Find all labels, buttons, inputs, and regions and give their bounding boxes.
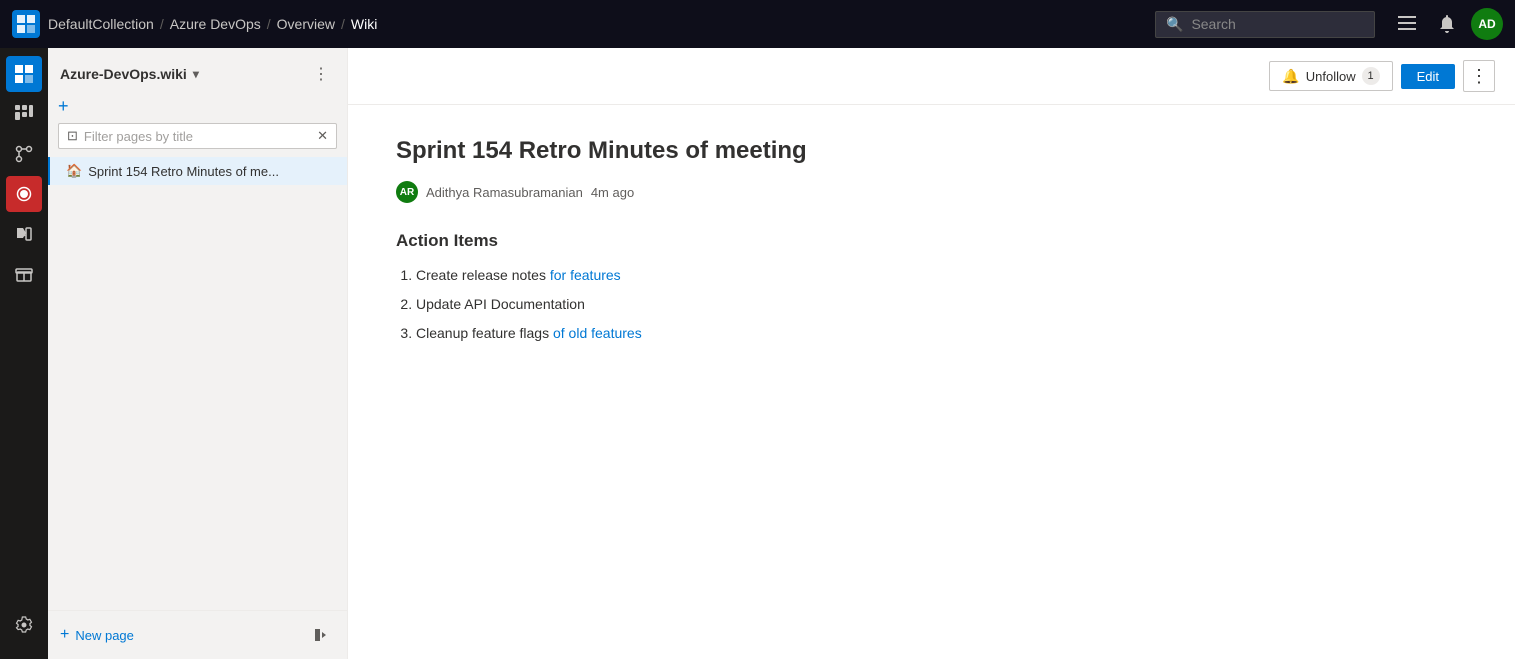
more-options-button[interactable]: ⋮ <box>1463 60 1495 92</box>
wiki-title-row[interactable]: Azure-DevOps.wiki ▾ <box>60 66 199 82</box>
time-ago: 4m ago <box>591 185 634 200</box>
list-item: Create release notes for features <box>416 265 1467 286</box>
page-sidebar-footer: + New page <box>48 610 347 659</box>
item-1-text: Create release notes for features <box>416 267 621 283</box>
sidebar-item-pipelines[interactable] <box>6 176 42 212</box>
content-area: 🔔 Unfollow 1 Edit ⋮ Sprint 154 Retro Min… <box>348 48 1515 659</box>
page-tree-item[interactable]: 🏠 Sprint 154 Retro Minutes of me... <box>48 157 347 185</box>
new-page-plus-icon: + <box>60 626 69 644</box>
list-item: Update API Documentation <box>416 294 1467 315</box>
breadcrumb-sep-1: / <box>160 16 164 32</box>
content-toolbar: 🔔 Unfollow 1 Edit ⋮ <box>348 48 1515 105</box>
item-2-text: Update API Documentation <box>416 296 585 312</box>
breadcrumb-wiki[interactable]: Wiki <box>351 16 377 32</box>
section-title: Action Items <box>396 231 1467 251</box>
page-sidebar: Azure-DevOps.wiki ▾ ⋮ + ⊡ ✕ 🏠 Sprint 154… <box>48 48 348 659</box>
sidebar-more-menu-button[interactable]: ⋮ <box>307 60 335 88</box>
list-item: Cleanup feature flags of old features <box>416 323 1467 344</box>
main-layout: Azure-DevOps.wiki ▾ ⋮ + ⊡ ✕ 🏠 Sprint 154… <box>0 48 1515 659</box>
author-name: Adithya Ramasubramanian <box>426 185 583 200</box>
breadcrumb-sep-2: / <box>267 16 271 32</box>
sidebar-item-boards[interactable] <box>6 96 42 132</box>
item-3-text: Cleanup feature flags of old features <box>416 325 642 341</box>
filter-clear-icon[interactable]: ✕ <box>317 128 328 144</box>
chevron-down-icon: ▾ <box>193 67 199 81</box>
unfollow-button[interactable]: 🔔 Unfollow 1 <box>1269 61 1392 91</box>
wiki-title: Azure-DevOps.wiki <box>60 66 187 82</box>
new-page-button[interactable]: + New page <box>60 626 134 644</box>
filter-input[interactable] <box>84 129 311 144</box>
author-avatar: AR <box>396 181 418 203</box>
collapse-sidebar-button[interactable] <box>307 621 335 649</box>
sidebar-item-testplans[interactable] <box>6 216 42 252</box>
sidebar-item-artifacts[interactable] <box>6 256 42 292</box>
plus-icon: + <box>58 96 69 117</box>
follower-badge: 1 <box>1362 67 1380 85</box>
search-input[interactable] <box>1191 16 1351 32</box>
sidebar-item-repos[interactable] <box>6 136 42 172</box>
add-page-icon-button[interactable]: + <box>58 96 69 117</box>
item-3-link[interactable]: of old features <box>553 325 642 341</box>
wiki-content: Sprint 154 Retro Minutes of meeting AR A… <box>348 105 1515 659</box>
breadcrumb-defaultcollection[interactable]: DefaultCollection <box>48 16 154 32</box>
breadcrumb-azuredevops[interactable]: Azure DevOps <box>170 16 261 32</box>
action-items-list: Create release notes for features Update… <box>396 265 1467 344</box>
new-page-label: New page <box>75 628 134 643</box>
filter-icon: ⊡ <box>67 128 78 144</box>
search-icon: 🔍 <box>1166 16 1183 33</box>
topbar: DefaultCollection / Azure DevOps / Overv… <box>0 0 1515 48</box>
page-tree: 🏠 Sprint 154 Retro Minutes of me... <box>48 157 347 610</box>
unfollow-label: Unfollow <box>1306 69 1356 84</box>
notifications-icon[interactable] <box>1431 8 1463 40</box>
home-icon: 🏠 <box>66 163 82 179</box>
item-1-link[interactable]: for features <box>550 267 621 283</box>
page-title: Sprint 154 Retro Minutes of meeting <box>396 137 1467 165</box>
search-box[interactable]: 🔍 <box>1155 11 1375 38</box>
breadcrumb-overview[interactable]: Overview <box>277 16 335 32</box>
app-logo[interactable] <box>12 10 40 38</box>
list-icon[interactable] <box>1391 8 1423 40</box>
wiki-meta: AR Adithya Ramasubramanian 4m ago <box>396 181 1467 203</box>
bell-icon: 🔔 <box>1282 68 1299 85</box>
breadcrumb-sep-3: / <box>341 16 345 32</box>
topbar-actions: AD <box>1391 8 1503 40</box>
edit-button[interactable]: Edit <box>1401 64 1455 89</box>
breadcrumb: DefaultCollection / Azure DevOps / Overv… <box>48 16 377 32</box>
settings-icon[interactable] <box>6 607 42 643</box>
sidebar-item-overview[interactable] <box>6 56 42 92</box>
page-title-label: Sprint 154 Retro Minutes of me... <box>88 164 279 179</box>
follower-count: 1 <box>1368 70 1374 82</box>
wiki-header: Azure-DevOps.wiki ▾ ⋮ <box>48 48 347 96</box>
user-avatar[interactable]: AD <box>1471 8 1503 40</box>
filter-box[interactable]: ⊡ ✕ <box>58 123 337 149</box>
icon-sidebar <box>0 48 48 659</box>
